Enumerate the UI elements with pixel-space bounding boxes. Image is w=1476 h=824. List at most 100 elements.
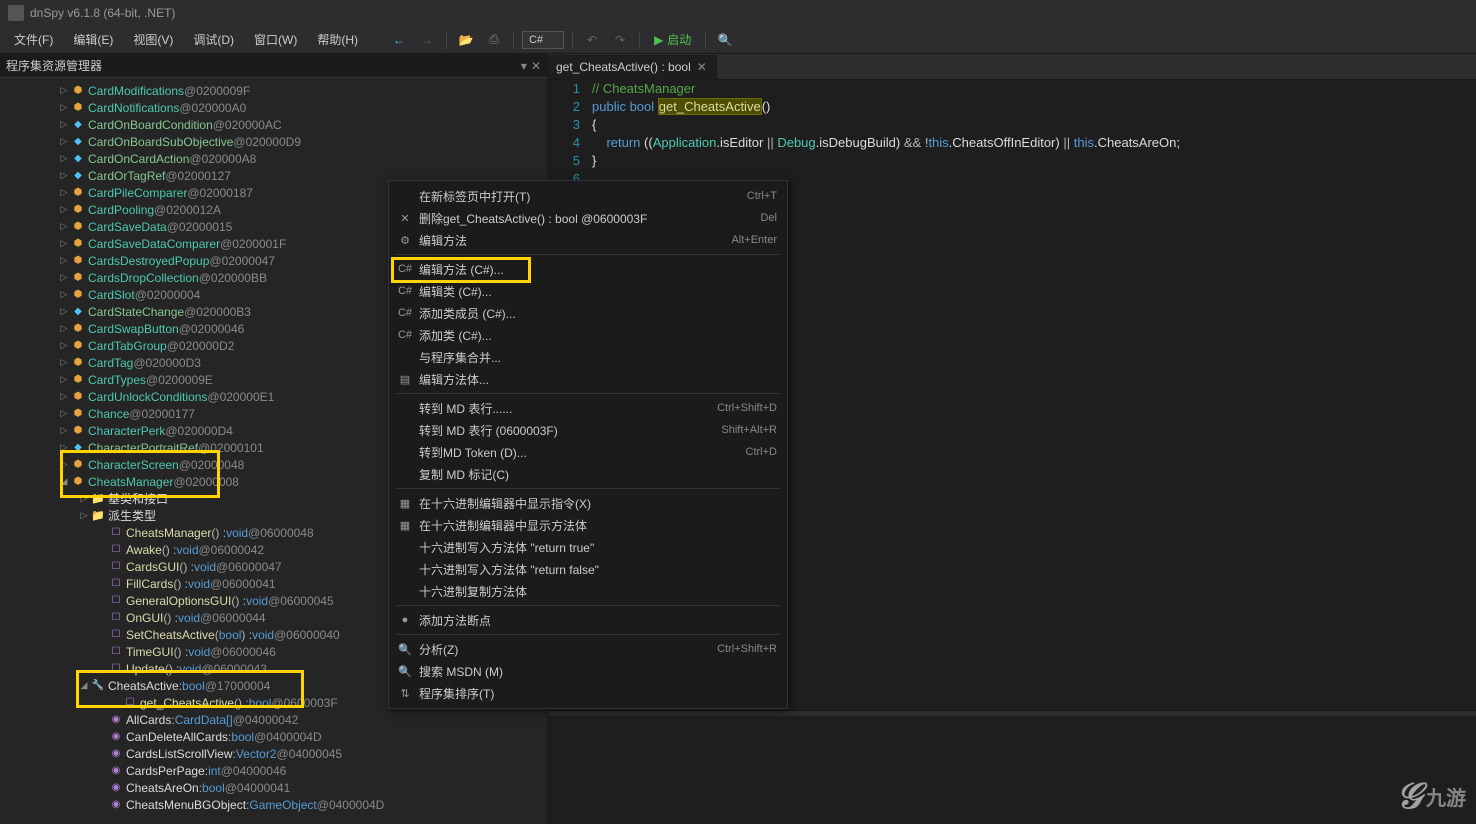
tree-item[interactable]: ▷⬢CardModifications @0200009F: [0, 82, 547, 99]
class-icon: ⬢: [70, 186, 86, 200]
field-icon: ◉: [108, 781, 124, 795]
field-icon: ◉: [108, 730, 124, 744]
context-menu-item[interactable]: C#编辑方法 (C#)...: [389, 258, 787, 280]
app-title: dnSpy v6.1.8 (64-bit, .NET): [30, 6, 175, 20]
class-icon: ⬢: [70, 322, 86, 336]
class-icon: ⬢: [70, 101, 86, 115]
context-menu-item[interactable]: ▤编辑方法体...: [389, 368, 787, 390]
class-icon: ⬢: [70, 271, 86, 285]
close-tab-icon[interactable]: ✕: [697, 60, 709, 74]
context-menu-item[interactable]: C#编辑类 (C#)...: [389, 280, 787, 302]
class-icon: ⬢: [70, 203, 86, 217]
class-icon: ⬢: [70, 339, 86, 353]
context-menu-item[interactable]: ▦在十六进制编辑器中显示方法体: [389, 514, 787, 536]
context-menu-item[interactable]: 转到MD Token (D)...Ctrl+D: [389, 441, 787, 463]
context-menu-item[interactable]: ●添加方法断点: [389, 609, 787, 631]
watermark: 𝒢九游: [1396, 775, 1466, 818]
menu-help[interactable]: 帮助(H): [307, 27, 368, 52]
struct-icon: ◆: [70, 135, 86, 149]
method-icon: ☐: [108, 560, 124, 574]
menubar: 文件(F) 编辑(E) 视图(V) 调试(D) 窗口(W) 帮助(H) ← → …: [0, 26, 1476, 54]
tree-item[interactable]: ◉CanDeleteAllCards : bool @0400004D: [0, 728, 547, 745]
bottom-panel-divider[interactable]: [548, 710, 1476, 716]
class-icon: ⬢: [70, 390, 86, 404]
search-icon[interactable]: 🔍: [714, 29, 736, 51]
context-menu-item[interactable]: 🔍分析(Z)Ctrl+Shift+R: [389, 638, 787, 660]
tree-item[interactable]: ▷◆CardOnBoardCondition @020000AC: [0, 116, 547, 133]
field-icon: ◉: [108, 798, 124, 812]
save-icon[interactable]: ⎙: [483, 29, 505, 51]
context-menu-item[interactable]: 🔍搜索 MSDN (M): [389, 660, 787, 682]
class-icon: ⬢: [70, 254, 86, 268]
struct-icon: ◆: [70, 118, 86, 132]
tree-item[interactable]: ▷◆CardOnBoardSubObjective @020000D9: [0, 133, 547, 150]
context-menu-item[interactable]: ⇅程序集排序(T): [389, 682, 787, 704]
menu-view[interactable]: 视图(V): [123, 27, 183, 52]
app-icon: [8, 5, 24, 21]
titlebar: dnSpy v6.1.8 (64-bit, .NET): [0, 0, 1476, 26]
menu-debug[interactable]: 调试(D): [183, 27, 244, 52]
struct-icon: ◆: [70, 305, 86, 319]
context-menu-item[interactable]: 复制 MD 标记(C): [389, 463, 787, 485]
folder-icon: 📁: [90, 492, 106, 506]
nav-back-icon[interactable]: ←: [388, 29, 410, 51]
class-icon: ⬢: [70, 458, 86, 472]
method-icon: ☐: [108, 526, 124, 540]
field-icon: ◉: [108, 764, 124, 778]
class-icon: ⬢: [70, 356, 86, 370]
struct-icon: ◆: [70, 152, 86, 166]
nav-forward-icon[interactable]: →: [416, 29, 438, 51]
context-menu-item[interactable]: C#添加类 (C#)...: [389, 324, 787, 346]
language-select[interactable]: C#: [522, 31, 564, 49]
class-icon: ⬢: [70, 237, 86, 251]
context-menu-item[interactable]: ✕删除get_CheatsActive() : bool @0600003FDe…: [389, 207, 787, 229]
context-menu-item[interactable]: C#添加类成员 (C#)...: [389, 302, 787, 324]
close-panel-icon[interactable]: ✕: [531, 59, 541, 73]
tree-item[interactable]: ◉CardsPerPage : int @04000046: [0, 762, 547, 779]
method-icon: ☐: [108, 594, 124, 608]
menu-edit[interactable]: 编辑(E): [63, 27, 123, 52]
tree-item[interactable]: ▷◆CardOnCardAction @020000A8: [0, 150, 547, 167]
field-icon: ◉: [108, 713, 124, 727]
context-menu-item[interactable]: 转到 MD 表行 (0600003F)Shift+Alt+R: [389, 419, 787, 441]
tree-item[interactable]: ◉CheatsAreOn : bool @04000041: [0, 779, 547, 796]
redo-icon[interactable]: ↷: [609, 29, 631, 51]
context-menu-item[interactable]: ▦在十六进制编辑器中显示指令(X): [389, 492, 787, 514]
context-menu-item[interactable]: 十六进制写入方法体 "return false": [389, 558, 787, 580]
start-button[interactable]: ▶ 启动: [648, 29, 697, 50]
context-menu-item[interactable]: 十六进制复制方法体: [389, 580, 787, 602]
folder-icon: 📁: [90, 509, 106, 523]
menu-file[interactable]: 文件(F): [4, 27, 63, 52]
method-icon: ☐: [108, 543, 124, 557]
context-menu-item[interactable]: ⚙编辑方法Alt+Enter: [389, 229, 787, 251]
class-icon: ⬢: [70, 288, 86, 302]
tree-item[interactable]: ◉AllCards : CardData[] @04000042: [0, 711, 547, 728]
context-menu-item[interactable]: 在新标签页中打开(T)Ctrl+T: [389, 185, 787, 207]
method-icon: ☐: [122, 696, 138, 710]
context-menu-item[interactable]: 转到 MD 表行......Ctrl+Shift+D: [389, 397, 787, 419]
method-icon: ☐: [108, 611, 124, 625]
field-icon: ◉: [108, 747, 124, 761]
pin-icon[interactable]: ▾: [521, 59, 527, 73]
tree-item[interactable]: ◉CardsListScrollView : Vector2 @04000045: [0, 745, 547, 762]
method-icon: ☐: [108, 662, 124, 676]
class-icon: ⬢: [70, 407, 86, 421]
tree-item[interactable]: ▷⬢CardNotifications @020000A0: [0, 99, 547, 116]
wrench-icon: 🔧: [90, 679, 106, 693]
struct-icon: ◆: [70, 169, 86, 183]
context-menu-item[interactable]: 十六进制写入方法体 "return true": [389, 536, 787, 558]
context-menu[interactable]: 在新标签页中打开(T)Ctrl+T✕删除get_CheatsActive() :…: [388, 180, 788, 709]
method-icon: ☐: [108, 645, 124, 659]
class-icon: ⬢: [70, 424, 86, 438]
context-menu-item[interactable]: 与程序集合并...: [389, 346, 787, 368]
class-icon: ⬢: [70, 84, 86, 98]
tree-item[interactable]: ◉CheatsMenuBGObject : GameObject @040000…: [0, 796, 547, 813]
class-icon: ⬢: [70, 220, 86, 234]
class-icon: ⬢: [70, 475, 86, 489]
open-icon[interactable]: 📂: [455, 29, 477, 51]
struct-icon: ◆: [70, 441, 86, 455]
menu-window[interactable]: 窗口(W): [244, 27, 307, 52]
editor-tab[interactable]: get_CheatsActive() : bool ✕: [548, 55, 717, 79]
undo-icon[interactable]: ↶: [581, 29, 603, 51]
method-icon: ☐: [108, 628, 124, 642]
